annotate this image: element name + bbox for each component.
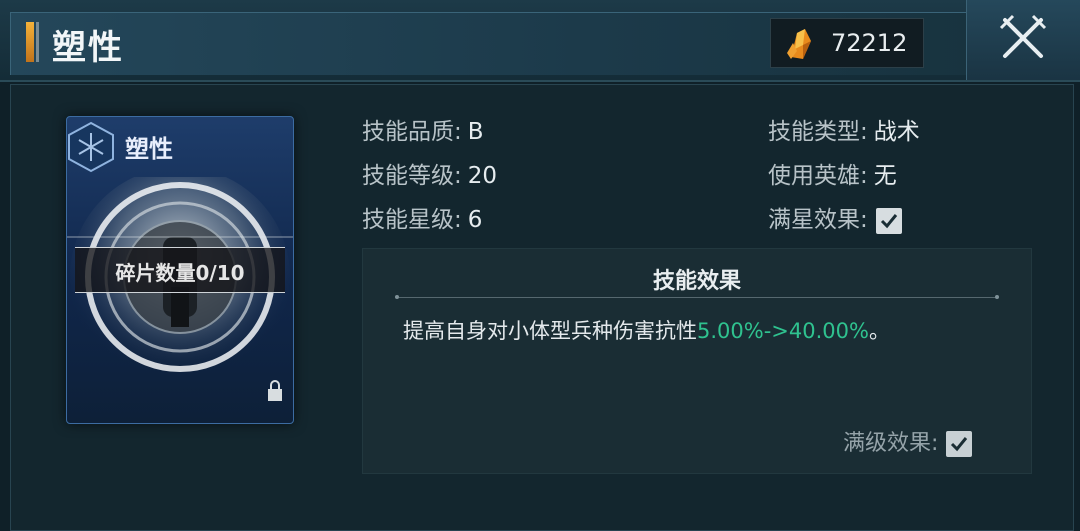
stat-star-label: 技能星级: [362, 207, 462, 233]
max-level-effect: 满级效果: [843, 425, 973, 457]
skill-effect-box: 技能效果 提高自身对小体型兵种伤害抗性5.00%->40.00%。 满级效果: [362, 248, 1032, 474]
crystal-icon [787, 29, 811, 59]
currency-value: 72212 [831, 29, 908, 57]
skill-type-hex-icon [68, 121, 114, 173]
stat-star-value: 6 [467, 207, 483, 233]
stat-quality-label: 技能品质: [362, 119, 462, 145]
fragment-count-band: 碎片数量0/10 [75, 247, 285, 293]
checkmark-icon [951, 437, 968, 452]
max-level-checkbox[interactable] [946, 431, 973, 457]
close-swords-icon[interactable] [995, 10, 1051, 66]
skill-card[interactable]: 塑性 碎片数量0/10 [66, 116, 294, 424]
effect-desc-prefix: 提高自身对小体型兵种伤害抗性 [403, 319, 697, 343]
title-accent-bar [26, 22, 39, 62]
stat-quality-value: B [467, 119, 484, 145]
stat-level-label: 技能等级: [362, 163, 462, 189]
close-area [966, 0, 1080, 80]
card-skill-name: 塑性 [125, 135, 173, 163]
stat-level: 技能等级: 20 [362, 156, 497, 190]
stat-hero-value: 无 [873, 163, 897, 189]
title-bar: 塑性 72212 [0, 0, 1080, 82]
stat-quality: 技能品质: B [362, 112, 484, 146]
stat-max-star-label: 满星效果: [768, 207, 868, 233]
page-title: 塑性 [52, 28, 124, 68]
skill-emblem-art [67, 177, 293, 387]
stat-hero: 使用英雄: 无 [768, 156, 897, 190]
effect-desc-highlight: 5.00%->40.00% [697, 319, 869, 343]
stat-level-value: 20 [467, 163, 498, 189]
stat-type: 技能类型: 战术 [768, 112, 920, 146]
stat-type-value: 战术 [873, 119, 920, 145]
effect-title: 技能效果 [652, 269, 741, 294]
max-star-checkbox[interactable] [875, 207, 902, 234]
lock-icon [268, 380, 282, 401]
effect-divider [395, 295, 999, 299]
effect-description: 提高自身对小体型兵种伤害抗性5.00%->40.00%。 [403, 315, 890, 345]
max-level-label: 满级效果: [843, 431, 939, 456]
effect-desc-suffix: 。 [868, 319, 890, 343]
currency-display: 72212 [770, 18, 924, 68]
stat-max-star: 满星效果: [768, 200, 902, 234]
stat-star: 技能星级: 6 [362, 200, 482, 234]
stat-type-label: 技能类型: [768, 119, 868, 145]
stat-hero-label: 使用英雄: [768, 163, 868, 189]
fragment-count: 碎片数量0/10 [115, 261, 245, 285]
checkmark-icon [880, 213, 897, 228]
